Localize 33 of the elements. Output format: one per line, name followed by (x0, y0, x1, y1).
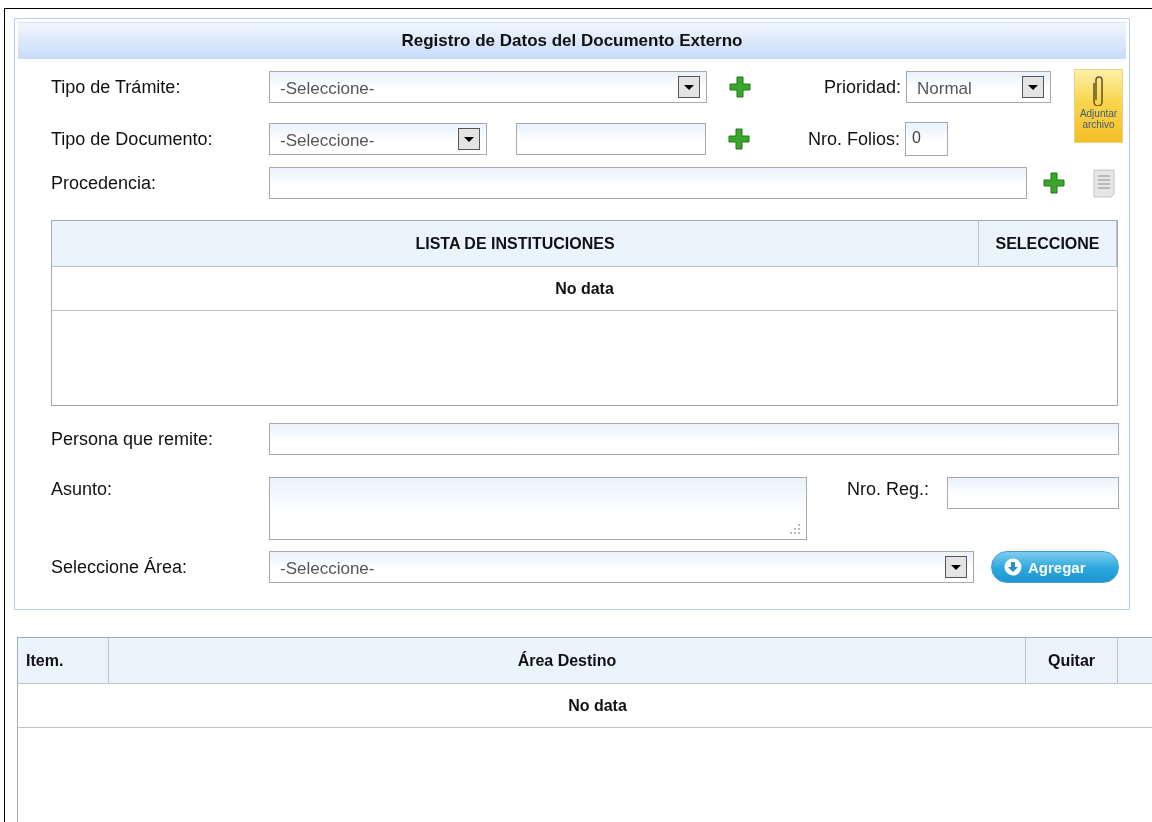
field-label: Procedencia: (51, 172, 158, 194)
field-label: Tipo de Trámite: (51, 76, 182, 98)
panel-title: Registro de Datos del Documento Externo (18, 22, 1126, 59)
dropdown[interactable]: Normal (906, 71, 1051, 103)
add-icon[interactable] (1043, 172, 1065, 194)
field-label: Nro. Reg.: (845, 478, 929, 500)
field-label: Asunto: (51, 478, 114, 500)
field-label: Nro. Folios: (806, 128, 900, 150)
paperclip-icon (1091, 74, 1106, 106)
column-header: Item. (18, 638, 109, 683)
input-field[interactable] (269, 477, 807, 540)
input-field[interactable] (269, 167, 1027, 199)
column-header: SELECCIONE (979, 221, 1117, 266)
input-field[interactable] (947, 477, 1119, 509)
dropdown[interactable]: -Seleccione- (269, 123, 487, 155)
input-field[interactable] (269, 423, 1119, 455)
add-icon[interactable] (729, 76, 751, 98)
column-header: LISTA DE INSTITUCIONES (52, 221, 979, 266)
attach-button[interactable]: Adjuntar archivo (1074, 69, 1123, 143)
field-label: Tipo de Documento: (51, 128, 214, 150)
add-icon[interactable] (728, 128, 750, 150)
resize-grip-icon[interactable] (789, 523, 801, 535)
dropdown[interactable]: -Seleccione- (269, 71, 707, 103)
empty-message: No data (18, 684, 1152, 728)
column-header: Quitar (1026, 638, 1118, 683)
input-field[interactable] (516, 123, 706, 155)
column-header: Área Destino (109, 638, 1026, 683)
field-label: Seleccione Área: (51, 556, 189, 578)
dropdown[interactable]: -Seleccione- (269, 551, 974, 583)
input-field[interactable]: 0 (905, 122, 948, 156)
field-label: Prioridad: (822, 76, 901, 98)
empty-message: No data (52, 267, 1118, 311)
field-label: Persona que remite: (51, 428, 215, 450)
